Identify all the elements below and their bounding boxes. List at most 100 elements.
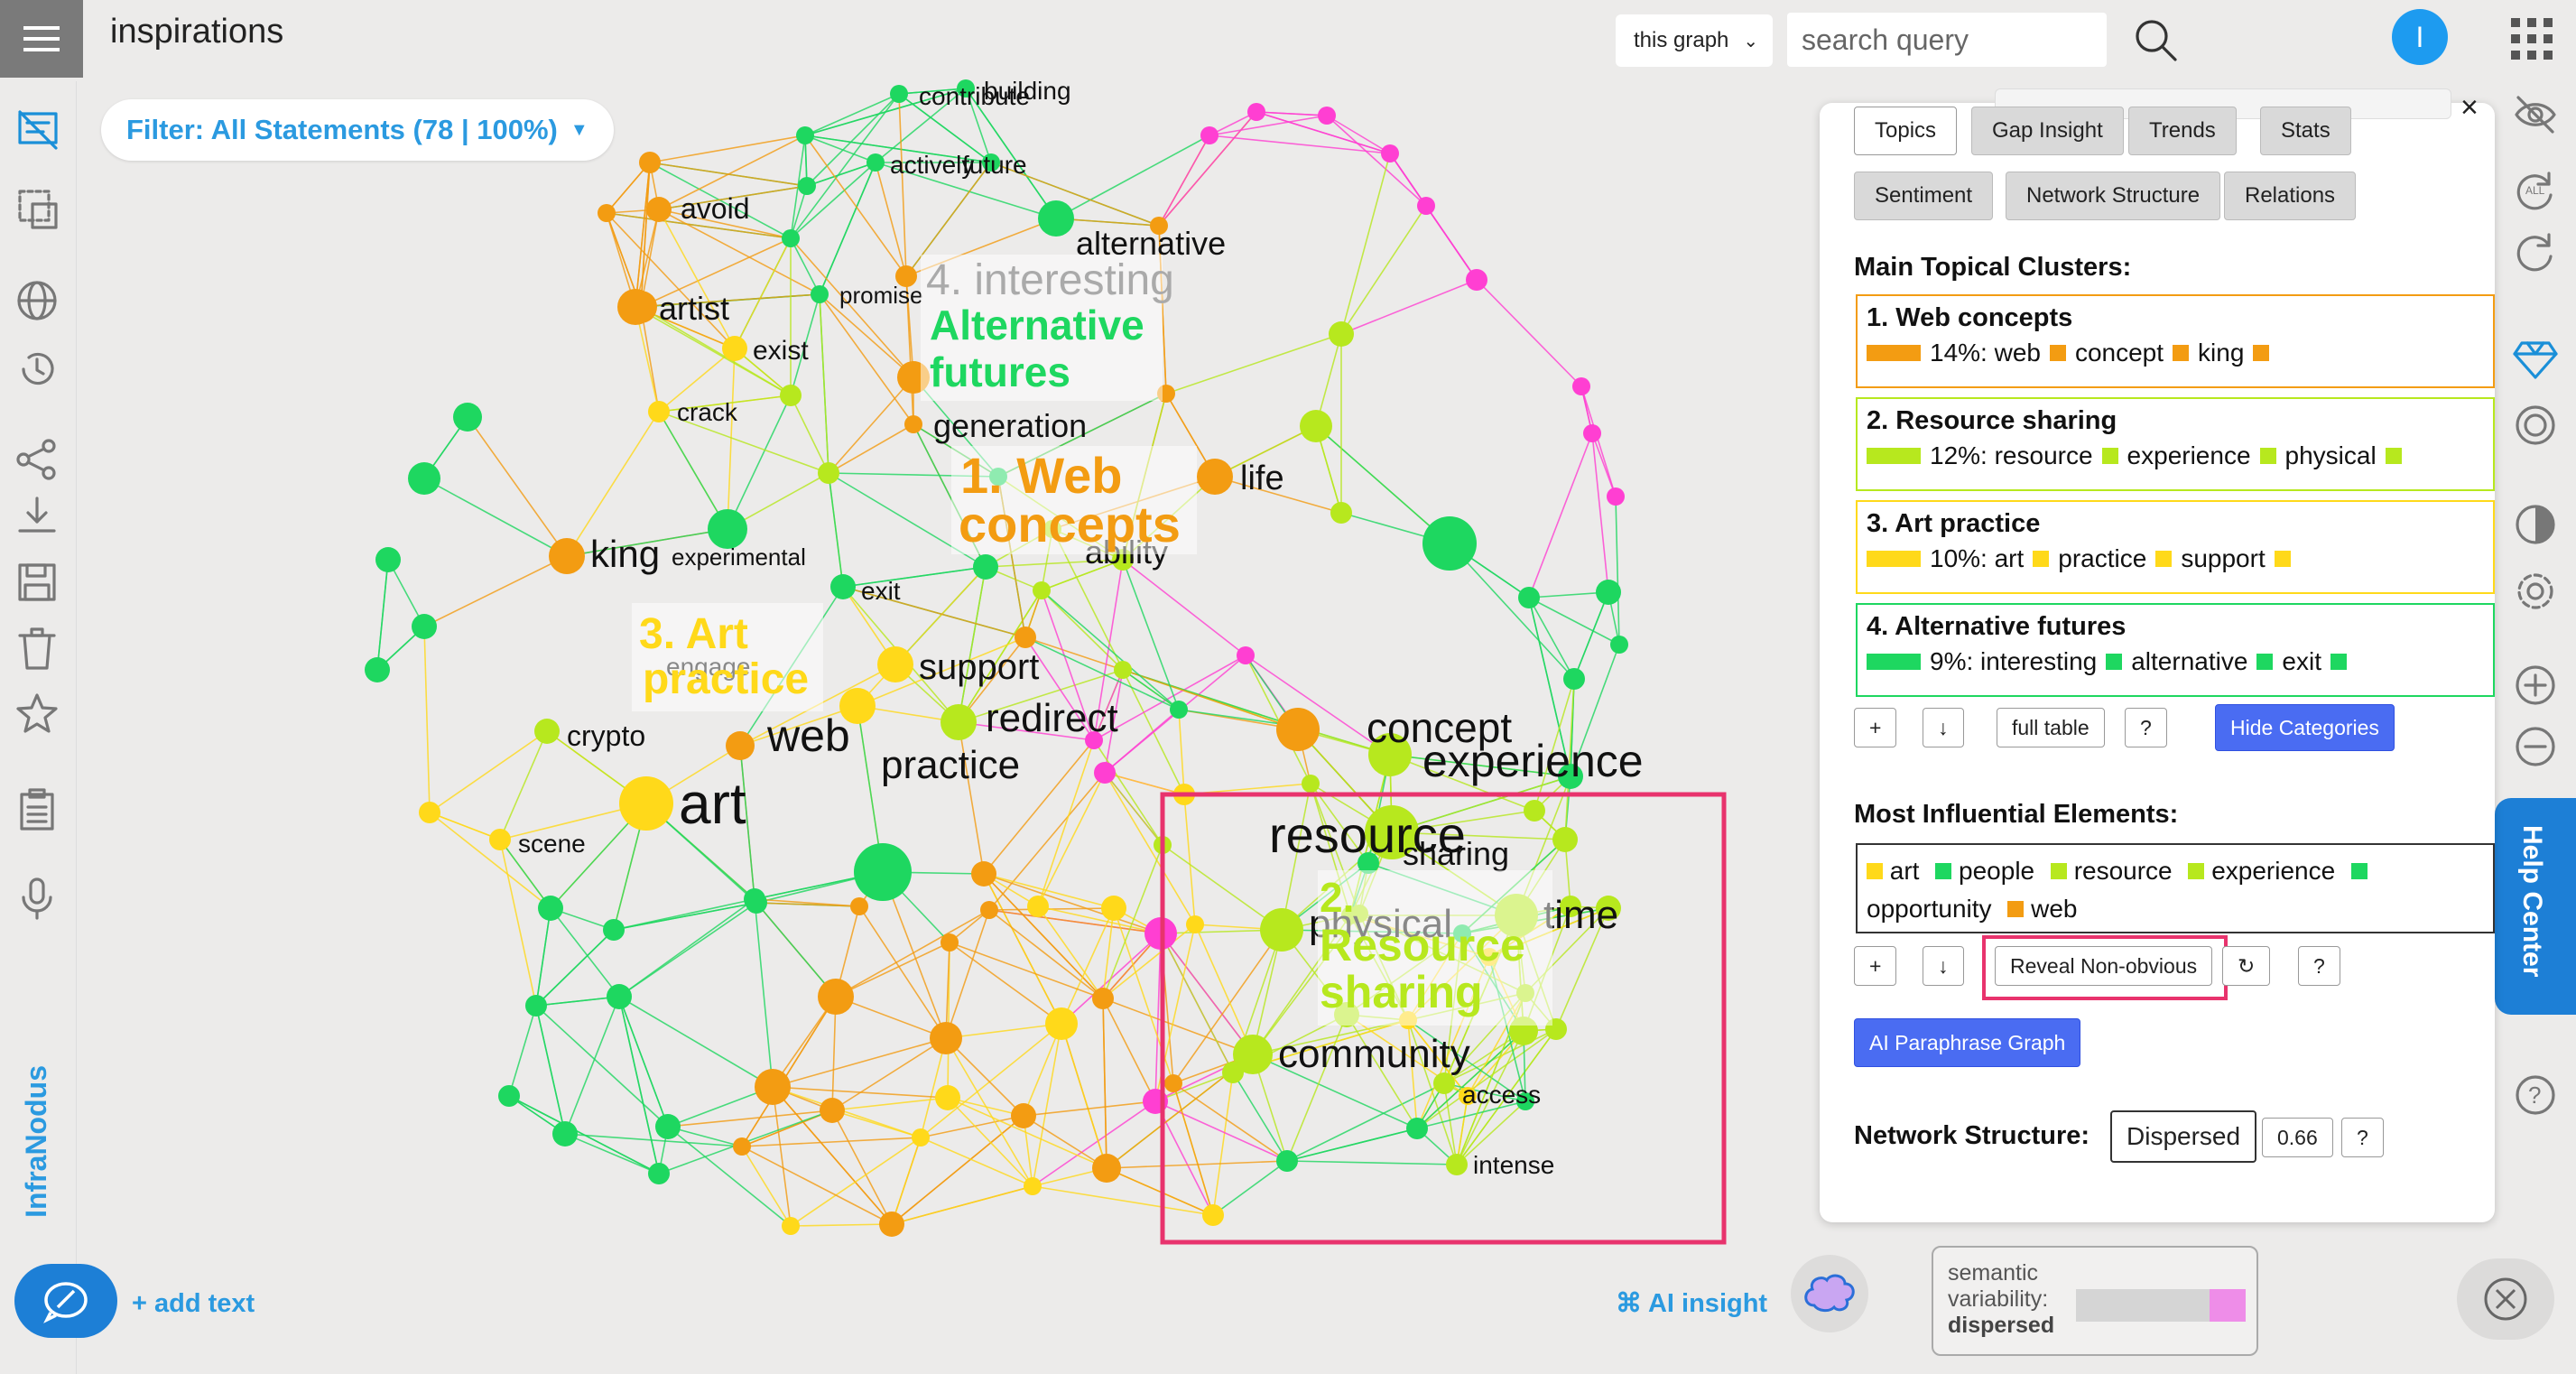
tab-sentiment[interactable]: Sentiment: [1854, 172, 1994, 220]
graph-node[interactable]: [1518, 587, 1540, 608]
graph-node[interactable]: [1015, 627, 1036, 648]
graph-node[interactable]: [1583, 424, 1601, 442]
graph-node[interactable]: [552, 1121, 578, 1147]
graph-word-label[interactable]: experimental: [672, 543, 806, 571]
history-icon[interactable]: [14, 347, 60, 392]
graph-node[interactable]: [1101, 896, 1126, 921]
star-icon[interactable]: [14, 692, 60, 737]
graph-word-label[interactable]: practice: [881, 743, 1020, 787]
graph-word-label[interactable]: future: [962, 151, 1027, 179]
graph-node[interactable]: [850, 897, 868, 915]
graph-node[interactable]: [525, 995, 547, 1017]
reveal-non-obvious-button[interactable]: Reveal Non-obvious: [1995, 946, 2213, 986]
graph-node[interactable]: [538, 896, 563, 921]
graph-word-label[interactable]: avoid: [681, 192, 750, 225]
graph-node[interactable]: [1406, 1118, 1428, 1139]
tab-relations[interactable]: Relations: [2224, 172, 2357, 220]
graph-node[interactable]: [755, 1069, 791, 1105]
search-scope-select[interactable]: this graph ⌄: [1616, 14, 1773, 67]
clipboard-icon[interactable]: [14, 787, 60, 832]
graph-word-label[interactable]: king: [590, 533, 660, 575]
save-icon[interactable]: [14, 560, 60, 605]
graph-node[interactable]: [780, 385, 802, 406]
graph-node[interactable]: [1466, 269, 1487, 291]
network-structure-help[interactable]: ?: [2341, 1118, 2384, 1157]
diamond-icon[interactable]: [2513, 336, 2558, 381]
graph-node[interactable]: [1302, 775, 1320, 793]
add-text-link[interactable]: + add text: [132, 1289, 255, 1319]
graph-node[interactable]: [1170, 701, 1188, 719]
graph-node[interactable]: [1024, 1177, 1042, 1195]
graph-node[interactable]: [879, 1212, 904, 1237]
graph-word-label[interactable]: life: [1240, 460, 1284, 497]
graph-node[interactable]: [820, 1098, 845, 1123]
graph-node[interactable]: [1094, 762, 1116, 784]
menu-button[interactable]: [0, 0, 83, 78]
influential-item[interactable]: people: [1959, 857, 2034, 885]
search-input[interactable]: [1787, 13, 2107, 67]
graph-node[interactable]: [1381, 144, 1399, 162]
tab-network-structure[interactable]: Network Structure: [2006, 172, 2221, 220]
graph-node[interactable]: [453, 403, 482, 432]
graph-node[interactable]: [1045, 1007, 1078, 1040]
graph-node[interactable]: [1092, 988, 1114, 1009]
influential-add-button[interactable]: +: [1854, 946, 1897, 986]
graph-node[interactable]: [489, 829, 511, 850]
eye-icon[interactable]: [2513, 92, 2558, 137]
semantic-variability-widget[interactable]: semantic variability: dispersed: [1932, 1246, 2258, 1356]
graph-node[interactable]: [646, 197, 672, 222]
graph-node[interactable]: [603, 919, 625, 941]
graph-word-label[interactable]: access: [1462, 1081, 1541, 1109]
tab-gap-insight[interactable]: Gap Insight: [1971, 107, 2124, 155]
search-icon[interactable]: [2132, 16, 2179, 63]
graph-node[interactable]: [1318, 107, 1336, 125]
graph-word-label[interactable]: promise: [839, 282, 922, 309]
graph-node[interactable]: [1197, 459, 1233, 495]
graph-node[interactable]: [1610, 636, 1628, 654]
graph-node[interactable]: [498, 1085, 520, 1107]
graph-node[interactable]: [419, 802, 440, 823]
graph-node[interactable]: [941, 704, 977, 740]
trash-icon[interactable]: [14, 627, 60, 672]
graph-node[interactable]: [877, 646, 913, 682]
graph-node[interactable]: [1329, 321, 1354, 347]
help-circle-icon[interactable]: ?: [2513, 1072, 2558, 1118]
graph-node[interactable]: [744, 888, 765, 910]
graph-node[interactable]: [726, 731, 755, 760]
graph-node[interactable]: [1092, 1154, 1121, 1183]
graph-word-label[interactable]: exist: [753, 336, 809, 366]
graph-node[interactable]: [1300, 410, 1332, 442]
apps-grid-icon[interactable]: [2511, 18, 2553, 60]
graph-node[interactable]: [1524, 800, 1545, 822]
graph-word-label[interactable]: generation: [933, 407, 1087, 444]
graph-word-label[interactable]: contribute: [919, 82, 1030, 110]
filter-dropdown[interactable]: Filter: All Statements (78 | 100%) ▼: [101, 99, 614, 161]
graph-node[interactable]: [639, 152, 661, 173]
influential-help-button[interactable]: ?: [2298, 946, 2340, 986]
full-table-button[interactable]: full table: [1997, 708, 2105, 747]
graph-node[interactable]: [1417, 197, 1435, 215]
graph-node[interactable]: [1572, 377, 1590, 395]
graph-node[interactable]: [1202, 1204, 1224, 1226]
graph-node[interactable]: [607, 984, 632, 1009]
graph-node[interactable]: [818, 979, 854, 1015]
graph-node[interactable]: [912, 1128, 930, 1147]
graph-node[interactable]: [1552, 827, 1578, 852]
graph-word-label[interactable]: crypto: [567, 719, 645, 752]
graph-word-label[interactable]: redirect: [986, 696, 1118, 740]
graph-node[interactable]: [412, 614, 437, 639]
graph-word-label[interactable]: exit: [861, 577, 901, 605]
network-structure-value[interactable]: Dispersed: [2110, 1110, 2257, 1163]
influential-item[interactable]: experience: [2211, 857, 2335, 885]
settings-gear-icon[interactable]: [2513, 569, 2558, 614]
chat-button[interactable]: [14, 1264, 117, 1338]
graph-word-label[interactable]: artist: [659, 290, 729, 327]
reset-all-icon[interactable]: ALL: [2513, 166, 2558, 211]
graph-word-label[interactable]: support: [919, 647, 1039, 687]
cluster-card-2[interactable]: 2. Resource sharing 12%: resource experie…: [1856, 397, 2495, 491]
graph-node[interactable]: [549, 538, 585, 574]
influential-refresh-button[interactable]: ↻: [2222, 946, 2271, 986]
graph-node[interactable]: [375, 547, 401, 572]
graph-node[interactable]: [1276, 1150, 1298, 1172]
cluster-card-1[interactable]: 1. Web concepts 14%: web concept king: [1856, 294, 2495, 388]
